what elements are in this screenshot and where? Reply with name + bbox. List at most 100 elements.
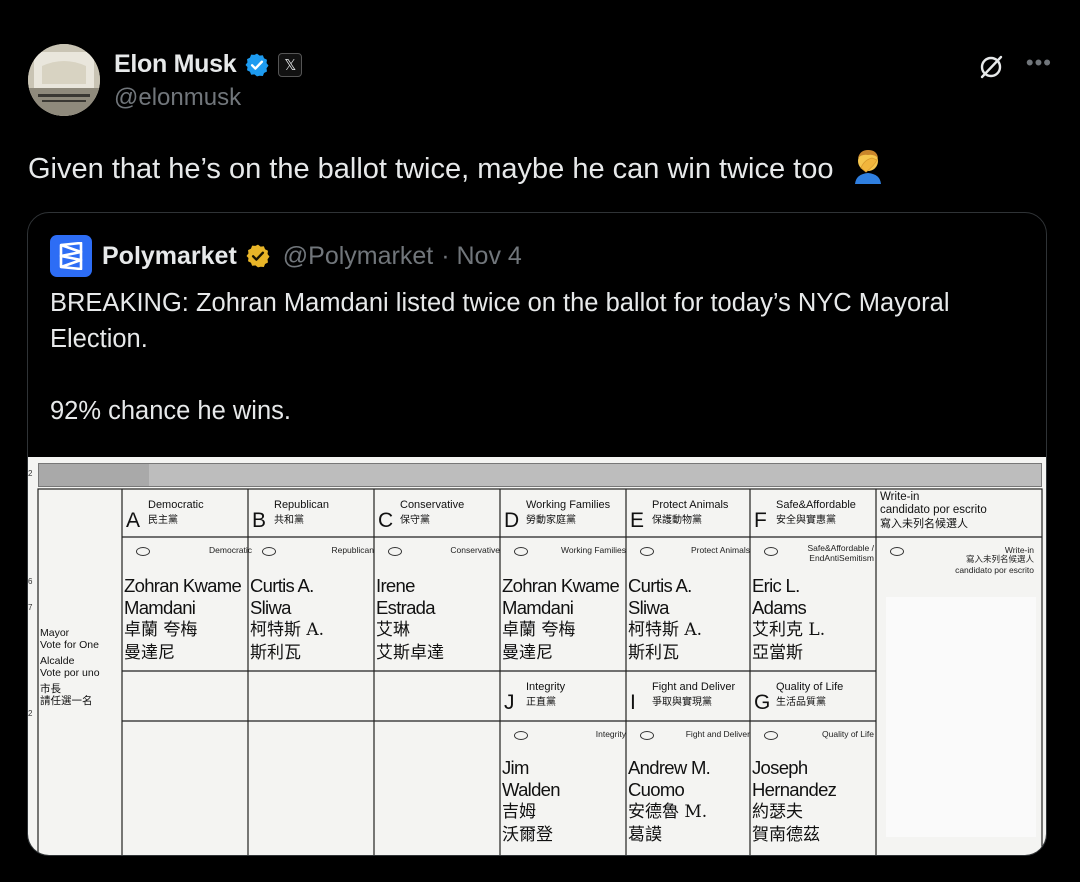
office-zh-sub: 請任選一名 <box>40 695 93 707</box>
candidate-line1: Andrew M. <box>628 757 711 778</box>
column-header-j: J Integrity 正直黨 <box>500 671 626 721</box>
candidate-name: Andrew M. Cuomo 安德魯 M. 葛謨 <box>628 757 711 847</box>
candidate-line1: Zohran Kwame <box>124 575 242 596</box>
candidate-zh2: 曼達尼 <box>124 643 175 663</box>
column-letter: E <box>630 509 645 532</box>
party-tag: Democratic <box>209 545 252 555</box>
candidate-zh1: 吉姆 <box>502 802 536 822</box>
vote-oval[interactable] <box>640 547 654 556</box>
man-facepalming-emoji-icon <box>854 150 881 184</box>
more-options-icon[interactable]: ••• <box>1026 50 1052 76</box>
candidate-zh1: 卓蘭 夸梅 <box>502 620 576 640</box>
candidate-name: Irene Estrada 艾琳 艾斯卓達 <box>376 575 444 665</box>
vote-oval[interactable] <box>136 547 150 556</box>
author-avatar[interactable] <box>28 44 100 116</box>
candidate-line2: Adams <box>752 597 807 618</box>
candidate-line1: Curtis A. <box>628 575 692 596</box>
vote-oval[interactable] <box>764 547 778 556</box>
candidate-zh1: 約瑟夫 <box>752 802 803 822</box>
author-name[interactable]: Elon Musk <box>114 50 237 79</box>
write-in-tag1: Write-in <box>1004 545 1034 555</box>
vote-oval[interactable] <box>262 547 276 556</box>
party-name: Integrity <box>526 681 566 693</box>
office-en-sub: Vote for One <box>40 639 99 651</box>
gold-verified-badge-icon[interactable] <box>245 243 271 269</box>
author-handle[interactable]: @elonmusk <box>114 84 241 112</box>
party-tag-line1: Safe&Affordable / <box>807 543 874 553</box>
party-name-zh: 保護動物黨 <box>652 515 702 526</box>
vote-oval[interactable] <box>388 547 402 556</box>
verified-badge-icon[interactable] <box>244 52 270 78</box>
candidate-line2: Sliwa <box>250 597 291 618</box>
party-tag: Quality of Life <box>822 729 874 739</box>
column-letter: F <box>754 509 767 532</box>
column-letter: I <box>630 691 636 714</box>
party-name: Safe&Affordable <box>776 499 856 511</box>
candidate-zh1: 安德魯 M. <box>628 802 708 822</box>
vote-oval[interactable] <box>514 547 528 556</box>
vote-oval[interactable] <box>514 731 528 740</box>
party-tag: Safe&Affordable / EndAntiSemitism <box>808 543 874 563</box>
party-name: Working Families <box>526 499 611 511</box>
candidate-line1: Irene <box>376 575 415 596</box>
candidate-line2: Walden <box>502 779 561 800</box>
candidate-zh2: 曼達尼 <box>502 643 553 663</box>
write-in-header: Write-in candidato por escrito 寫入未列名候選人 <box>880 491 987 530</box>
column-header-d: D Working Families 勞動家庭黨 <box>500 489 626 537</box>
candidate-name: Curtis A. Sliwa 柯特斯 A. 斯利瓦 <box>250 575 324 665</box>
ballot-image[interactable]: 2 6 7 2 Mayor Vote for One Alcalde Vote … <box>28 457 1046 855</box>
x-affiliation-icon[interactable]: 𝕏 <box>278 52 303 77</box>
office-es-sub: Vote por uno <box>40 667 100 679</box>
candidate-zh2: 斯利瓦 <box>250 643 301 663</box>
party-tag: Integrity <box>595 729 626 739</box>
candidate-line2: Sliwa <box>628 597 669 618</box>
quoted-post[interactable]: Polymarket @Polymarket · Nov 4 BREAKING:… <box>27 212 1047 856</box>
post-header: Elon Musk 𝕏 @elonmusk ••• <box>28 44 1052 120</box>
column-letter: J <box>504 691 515 714</box>
quoted-author-handle[interactable]: @Polymarket <box>283 242 433 271</box>
column-letter: D <box>504 509 520 532</box>
candidate-name: Joseph Hernandez 約瑟夫 賀南德茲 <box>752 757 837 847</box>
candidate-name: Zohran Kwame Mamdani 卓蘭 夸梅 曼達尼 <box>124 575 242 665</box>
party-name: Republican <box>274 499 330 511</box>
candidate-zh2: 亞當斯 <box>752 643 803 663</box>
candidate-line2: Mamdani <box>124 597 196 618</box>
vote-oval[interactable] <box>764 731 778 740</box>
office-zh: 市長 <box>40 683 61 695</box>
candidate-name: Eric L. Adams 艾利克 L. 亞當斯 <box>752 575 825 665</box>
write-in-tag: Write-in 寫入未列名候選人 candidato por escrito <box>955 545 1034 575</box>
candidate-zh1: 艾琳 <box>376 620 410 640</box>
polymarket-logo-icon[interactable] <box>50 235 92 277</box>
party-name: Conservative <box>400 499 465 511</box>
grok-icon[interactable] <box>978 54 1004 80</box>
party-name-zh: 正直黨 <box>526 697 556 708</box>
quoted-author-name[interactable]: Polymarket <box>102 242 237 271</box>
office-label: Mayor Vote for One Alcalde Vote por uno … <box>40 627 100 707</box>
party-name: Quality of Life <box>776 681 844 693</box>
candidate-zh1: 柯特斯 A. <box>628 620 703 640</box>
candidate-line1: Curtis A. <box>250 575 314 596</box>
column-letter: G <box>754 691 771 714</box>
write-in-tag2: 寫入未列名候選人 <box>965 555 1034 565</box>
candidate-line2: Hernandez <box>752 779 837 800</box>
column-letter: A <box>126 509 141 532</box>
quoted-post-date[interactable]: · Nov 4 <box>441 242 522 271</box>
candidate-name: Zohran Kwame Mamdani 卓蘭 夸梅 曼達尼 <box>502 575 620 665</box>
post-text: Given that he’s on the ballot twice, may… <box>28 148 884 186</box>
column-letter: C <box>378 509 394 532</box>
vote-oval[interactable] <box>640 731 654 740</box>
column-header-c: C Conservative 保守黨 <box>374 489 500 537</box>
party-tag: Protect Animals <box>690 545 750 555</box>
candidate-zh2: 沃爾登 <box>502 825 553 845</box>
write-in-es: candidato por escrito <box>880 504 987 516</box>
party-tag-line2: EndAntiSemitism <box>809 553 874 563</box>
candidate-line1: Zohran Kwame <box>502 575 620 596</box>
column-header-b: B Republican 共和黨 <box>248 489 374 537</box>
candidate-name: Curtis A. Sliwa 柯特斯 A. 斯利瓦 <box>628 575 702 665</box>
office-es: Alcalde <box>40 655 75 667</box>
column-header-e: E Protect Animals 保護動物黨 <box>626 489 750 537</box>
write-in-oval[interactable] <box>890 547 904 556</box>
party-tag: Republican <box>331 545 374 555</box>
party-name-zh: 生活品質黨 <box>776 697 826 708</box>
party-name-zh: 安全與實惠黨 <box>776 515 836 526</box>
